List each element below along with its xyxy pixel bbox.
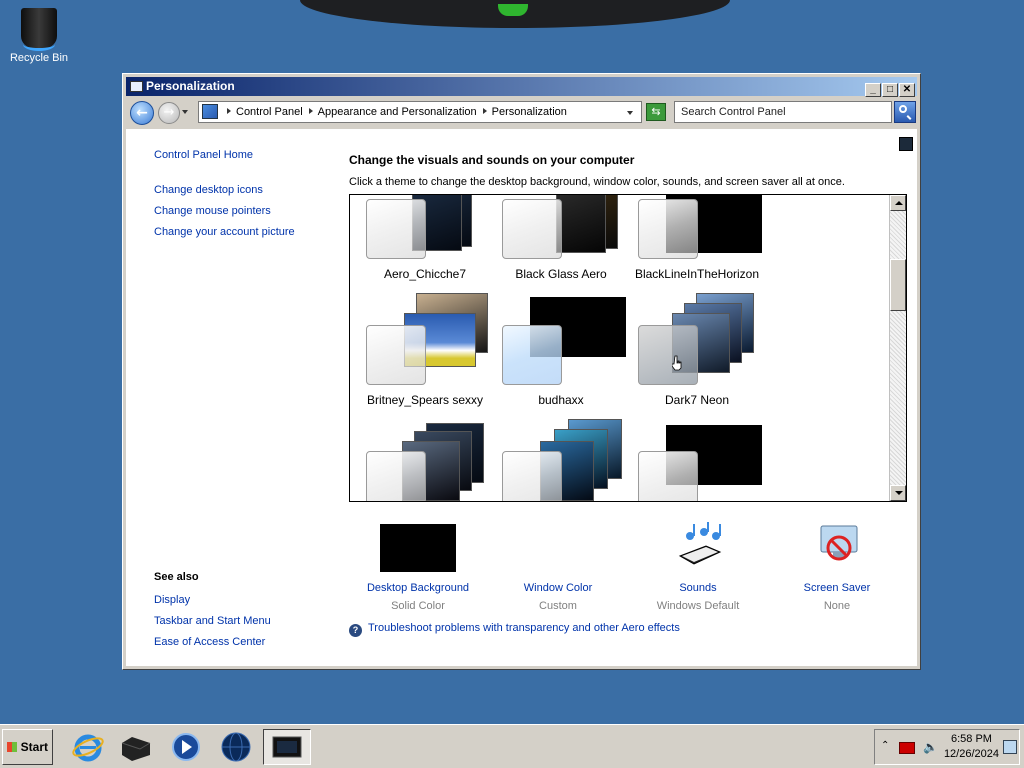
clock-time: 6:58 PM	[950, 733, 992, 745]
window-title: Personalization	[146, 79, 235, 93]
sounds-value: Windows Default	[656, 600, 740, 612]
forward-button[interactable]: →	[158, 102, 180, 124]
clock-date: 12/26/2024	[943, 748, 999, 760]
theme-tile[interactable]: budhaxx	[496, 293, 626, 413]
change-mouse-pointers-link[interactable]: Change mouse pointers	[154, 205, 271, 217]
change-desktop-icons-link[interactable]: Change desktop icons	[154, 184, 263, 196]
media-player-icon[interactable]	[168, 729, 204, 765]
recent-pages-dropdown[interactable]	[182, 110, 188, 114]
file-explorer-icon[interactable]	[118, 729, 154, 765]
personalization-task-button[interactable]	[263, 729, 311, 765]
theme-tile[interactable]: Black Glass Aero	[496, 195, 626, 287]
recycle-bin-icon	[19, 6, 59, 51]
screen-saver-link[interactable]: Screen Saver	[777, 582, 897, 594]
search-input[interactable]: Search Control Panel	[674, 101, 892, 123]
control-panel-icon	[202, 104, 218, 119]
hand-cursor-icon	[672, 355, 682, 371]
sounds-icon	[678, 522, 722, 565]
theme-name: Britney_Spears sexxy	[366, 393, 484, 407]
internet-explorer-icon[interactable]	[70, 729, 106, 765]
theme-tile[interactable]	[496, 419, 626, 501]
theme-name: Aero_Chicche7	[383, 267, 467, 281]
window-color-link[interactable]: Window Color	[498, 582, 618, 594]
scroll-up-button[interactable]	[890, 195, 906, 211]
theme-tile[interactable]: Aero_Chicche7	[360, 195, 490, 287]
theme-tile[interactable]: Dark7 Neon	[632, 293, 762, 413]
sounds-link[interactable]: Sounds	[638, 582, 758, 594]
address-bar: ← → Control Panel Appearance and Personal…	[126, 98, 917, 128]
refresh-button[interactable]: ⇆	[646, 103, 666, 121]
action-center-icon[interactable]	[899, 742, 915, 754]
screen-saver-icon	[820, 525, 858, 561]
personalization-window: Personalization _ □ ✕ ← → Control Panel App…	[122, 73, 921, 670]
troubleshoot-link[interactable]: ? Troubleshoot problems with transparency…	[349, 622, 680, 637]
page-subheading: Click a theme to change the desktop back…	[349, 176, 845, 188]
system-tray: ⌃ 🔈 6:58 PM 12/26/2024	[874, 729, 1020, 765]
title-bar[interactable]: Personalization _ □ ✕	[126, 77, 917, 97]
search-button[interactable]	[894, 101, 916, 123]
theme-tile[interactable]: BlackLineInTheHorizon	[632, 195, 762, 287]
theme-tile[interactable]: Britney_Spears sexxy	[360, 293, 490, 413]
desktop-background-link[interactable]: Desktop Background	[358, 582, 478, 594]
start-label: Start	[20, 740, 48, 754]
taskbar: Start ⌃ 🔈 6:58 PM 12/26/2024	[0, 724, 1024, 768]
address-dropdown-arrow[interactable]	[627, 111, 633, 115]
troubleshoot-text[interactable]: Troubleshoot problems with transparency …	[368, 622, 680, 634]
theme-tile[interactable]	[360, 419, 490, 501]
theme-list-scrollbar[interactable]	[889, 195, 906, 501]
breadcrumb-appearance[interactable]: Appearance and Personalization	[318, 106, 477, 118]
back-button[interactable]: ←	[130, 101, 154, 125]
help-question-icon: ?	[349, 624, 362, 637]
content-pane: Control Panel Home Change desktop icons …	[126, 129, 917, 666]
recycle-bin[interactable]: Recycle Bin	[8, 6, 70, 64]
desktop-background-swatch	[380, 524, 456, 572]
desktop-background-value: Solid Color	[391, 600, 445, 612]
maximize-button[interactable]: □	[882, 83, 898, 97]
minimize-button[interactable]: _	[865, 83, 881, 97]
page-heading: Change the visuals and sounds on your co…	[349, 153, 635, 167]
search-icon	[899, 105, 907, 113]
theme-name: Black Glass Aero	[515, 267, 607, 281]
scroll-down-button[interactable]	[890, 485, 906, 501]
see-also-heading: See also	[154, 571, 199, 583]
show-hidden-icons-icon[interactable]: ⌃	[881, 740, 889, 751]
clock[interactable]: 6:58 PM 12/26/2024	[944, 732, 999, 762]
scroll-thumb[interactable]	[890, 259, 906, 311]
theme-name: budhaxx	[538, 393, 584, 407]
theme-tile[interactable]	[632, 419, 762, 501]
volume-icon[interactable]: 🔈	[923, 740, 938, 754]
change-account-picture-link[interactable]: Change your account picture	[154, 226, 295, 238]
taskbar-start-menu-link[interactable]: Taskbar and Start Menu	[154, 615, 271, 627]
theme-name: BlackLineInTheHorizon	[634, 267, 760, 281]
ease-of-access-link[interactable]: Ease of Access Center	[154, 636, 265, 648]
network-icon[interactable]	[1003, 740, 1017, 754]
display-link[interactable]: Display	[154, 594, 190, 606]
start-button[interactable]: Start	[2, 729, 53, 765]
breadcrumb-personalization[interactable]: Personalization	[492, 106, 567, 118]
address-box[interactable]: Control Panel Appearance and Personalizat…	[198, 101, 642, 123]
theme-list: Aero_Chicche7 Black Glass Aero BlackLine…	[349, 194, 907, 502]
help-icon[interactable]	[899, 137, 913, 151]
close-button[interactable]: ✕	[899, 83, 915, 97]
control-panel-home-link[interactable]: Control Panel Home	[154, 149, 253, 161]
window-icon	[130, 81, 143, 92]
breadcrumb-control-panel[interactable]: Control Panel	[236, 106, 303, 118]
windows-logo-icon	[7, 742, 17, 752]
globe-icon[interactable]	[218, 729, 254, 765]
window-color-value: Custom	[539, 600, 577, 612]
theme-name: Dark7 Neon	[664, 393, 730, 407]
screen-saver-value: None	[823, 600, 851, 612]
recycle-bin-label: Recycle Bin	[9, 52, 69, 64]
top-gadget-led	[498, 4, 528, 16]
